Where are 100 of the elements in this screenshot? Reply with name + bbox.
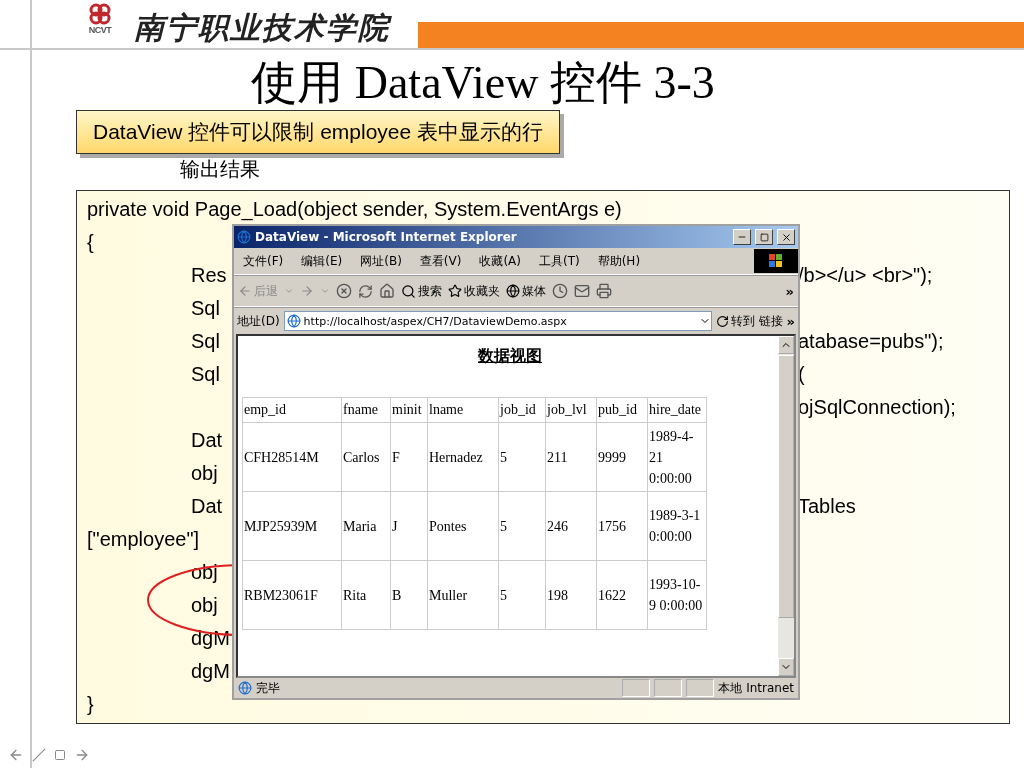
menu-item[interactable]: 收藏(A) xyxy=(470,252,530,270)
table-cell: Rita xyxy=(341,560,391,630)
code-fragment: atabase=pubs"); xyxy=(798,330,944,353)
stop-icon[interactable] xyxy=(336,283,352,299)
table-cell: 5 xyxy=(498,560,546,630)
table-cell: 9999 xyxy=(596,422,648,492)
code-fragment: Sql xyxy=(191,297,220,320)
code-fragment: obj xyxy=(191,462,218,485)
table-cell: 1622 xyxy=(596,560,648,630)
forward-icon[interactable] xyxy=(300,284,314,298)
media-button[interactable]: 媒体 xyxy=(506,282,546,300)
history-icon[interactable] xyxy=(552,283,568,299)
school-name: 南宁职业技术学院 xyxy=(134,9,390,47)
table-cell: 198 xyxy=(545,560,597,630)
code-line: { xyxy=(87,231,94,254)
column-header: job_id xyxy=(498,397,546,423)
table-cell: J xyxy=(390,491,428,561)
star-icon xyxy=(448,284,462,298)
close-button[interactable] xyxy=(777,229,795,245)
go-arrow-icon xyxy=(715,314,729,328)
table-cell: 5 xyxy=(498,491,546,561)
links-more[interactable]: » xyxy=(786,313,795,329)
output-label: 输出结果 xyxy=(180,158,261,180)
table-cell: F xyxy=(390,422,428,492)
column-header: pub_id xyxy=(596,397,648,423)
window-title: DataView - Microsoft Internet Explorer xyxy=(255,230,518,244)
back-arrow-icon xyxy=(238,284,252,298)
code-fragment: Tables xyxy=(798,495,856,518)
refresh-icon[interactable] xyxy=(358,283,373,299)
table-cell: CFH28514M xyxy=(242,422,342,492)
table-cell: Maria xyxy=(341,491,391,561)
code-line: private void Page_Load(object sender, System.EventArgs e) xyxy=(87,198,622,221)
table-cell: MJP25939M xyxy=(242,491,342,561)
table-cell: 211 xyxy=(545,422,597,492)
table-cell: 246 xyxy=(545,491,597,561)
internet-explorer-icon xyxy=(237,230,251,244)
zone-text: 本地 Intranet xyxy=(718,679,794,697)
go-button[interactable]: 转到 xyxy=(715,312,755,330)
slide-title: 使用 DataView 控件 3-3 xyxy=(250,56,716,110)
next-icon[interactable] xyxy=(74,747,90,763)
menu-icon[interactable] xyxy=(54,749,66,761)
address-field[interactable]: http://localhost/aspex/CH7/DataviewDemo.aspx xyxy=(283,311,712,331)
table-cell: Carlos xyxy=(341,422,391,492)
table-cell: B xyxy=(390,560,428,630)
maximize-button[interactable] xyxy=(755,229,773,245)
code-fragment: ojSqlConnection); xyxy=(798,396,956,419)
globe-icon xyxy=(506,284,520,298)
logo-text: NCVT xyxy=(88,25,112,35)
column-header: job_lvl xyxy=(545,397,597,423)
column-header: fname xyxy=(341,397,391,423)
table-cell: Muller xyxy=(427,560,499,630)
column-header: emp_id xyxy=(242,397,342,423)
code-fragment: dgM xyxy=(191,627,230,650)
column-header: lname xyxy=(427,397,499,423)
toolbar-more[interactable]: » xyxy=(785,283,794,299)
status-text: 完毕 xyxy=(256,679,281,697)
logo-icon xyxy=(89,3,111,25)
menu-item[interactable]: 工具(T) xyxy=(530,252,589,270)
previous-icon[interactable] xyxy=(8,747,24,763)
page-heading: 数据视图 xyxy=(478,346,542,367)
table-cell: 1989-4-21 0:00:00 xyxy=(647,422,707,492)
table-cell: 1756 xyxy=(596,491,648,561)
column-header: hire_date xyxy=(647,397,707,423)
maximize-icon xyxy=(759,232,769,242)
favorites-button[interactable]: 收藏夹 xyxy=(448,282,500,300)
links-button[interactable]: 链接 xyxy=(758,312,783,330)
menu-item[interactable]: 查看(V) xyxy=(410,252,471,270)
address-label: 地址(D) xyxy=(237,312,280,330)
minimize-button[interactable] xyxy=(733,229,751,245)
code-fragment: Sql xyxy=(191,330,220,353)
code-fragment: /b></u> <br>"); xyxy=(798,264,933,287)
search-button[interactable]: 搜索 xyxy=(401,282,442,300)
code-fragment: Sql xyxy=(191,363,220,386)
menu-item[interactable]: 文件(F) xyxy=(234,252,293,270)
table-cell: Pontes xyxy=(427,491,499,561)
table-cell: Hernadez xyxy=(427,422,499,492)
print-icon[interactable] xyxy=(596,283,612,299)
menu-item[interactable]: 编辑(E) xyxy=(292,252,352,270)
mail-icon[interactable] xyxy=(574,283,590,299)
menu-item[interactable]: 网址(B) xyxy=(351,252,411,270)
code-fragment: Dat xyxy=(191,495,223,518)
windows-logo xyxy=(754,249,798,273)
table-cell: 1989-3-1 0:00:00 xyxy=(647,491,707,561)
menu-item[interactable]: 帮助(H) xyxy=(588,252,650,270)
table-cell: 1993-10-9 0:00:00 xyxy=(647,560,707,630)
column-header: minit xyxy=(390,397,428,423)
code-fragment: Dat xyxy=(191,429,223,452)
table-cell: 5 xyxy=(498,422,546,492)
close-icon xyxy=(780,231,792,243)
scrollbar[interactable] xyxy=(778,336,794,676)
code-fragment: dgM xyxy=(191,660,230,683)
search-icon xyxy=(401,283,416,299)
code-fragment: Res xyxy=(191,264,227,287)
internet-explorer-icon xyxy=(238,681,252,695)
internet-explorer-icon xyxy=(286,314,301,328)
code-line: } xyxy=(87,693,94,716)
code-line: ["employee"] xyxy=(87,528,200,551)
home-icon[interactable] xyxy=(379,283,395,299)
code-fragment: obj xyxy=(191,594,218,617)
table-cell: RBM23061F xyxy=(242,560,342,630)
